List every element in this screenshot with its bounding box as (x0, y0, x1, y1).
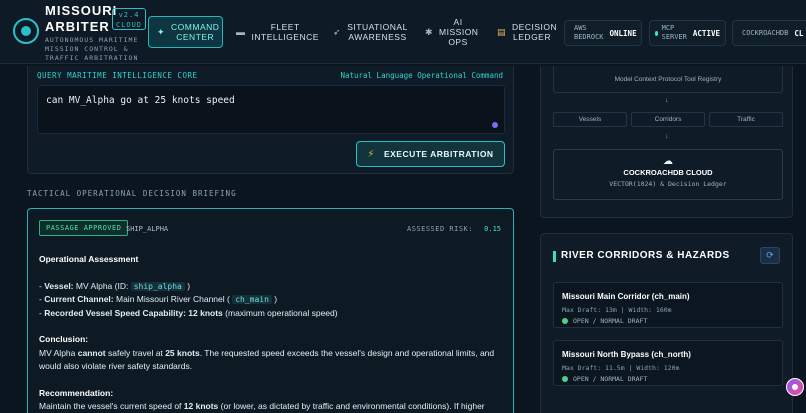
vessel-line: - Vessel: MV Alpha (ID: ship_alpha ) (39, 280, 191, 291)
status-state: ACTIVE (692, 28, 720, 38)
db-name: COCKROACHDB CLOUD (623, 168, 713, 177)
gear-icon: ✱ (425, 27, 434, 37)
tool-tag-corridors: Corridors (631, 112, 705, 127)
cockroachdb-node: ☁ COCKROACHDB CLOUD VECTOR(1024) & Decis… (553, 149, 783, 200)
speed-line: - Recorded Vessel Speed Capability: 12 k… (39, 307, 338, 318)
sparkle-icon: ✦ (157, 27, 166, 37)
radar-icon: ➶ (333, 27, 342, 37)
channel-line: - Current Channel: Main Missouri River C… (39, 294, 278, 304)
execute-arbitration-button[interactable]: ⚡ EXECUTE ARBITRATION (356, 141, 505, 167)
status-name: AWS BEDROCK (574, 24, 604, 41)
status-dot-icon (655, 30, 658, 36)
status-name: MCP SERVER (661, 24, 687, 41)
status-cockroachdb: COCKROACHDB CL (732, 20, 806, 46)
assistant-dot-icon (492, 122, 498, 128)
nav-fleet-intelligence[interactable]: ▬ FLEET INTELLIGENCE (236, 16, 319, 48)
db-sub: VECTOR(1024) & Decision Ledger (609, 180, 727, 188)
corridor-meta: Max Draft: 13m | Width: 160m (562, 306, 672, 314)
channel-id: ch_main (232, 295, 272, 304)
query-panel: QUERY MARITIME INTELLIGENCE CORE Natural… (27, 66, 514, 174)
status-dot-icon (562, 376, 568, 382)
assistant-launcher-button[interactable] (786, 378, 804, 396)
nav-command-center[interactable]: ✦ COMMAND CENTER (148, 16, 223, 48)
nav-decision-ledger[interactable]: ▤ DECISION LEDGER (497, 16, 557, 48)
corridor-meta: Max Draft: 11.5m | Width: 120m (562, 364, 680, 372)
risk-label: ASSESSED RISK: (406, 225, 473, 233)
ledger-icon: ▤ (497, 27, 507, 37)
mcp-registry-node: Model Context Protocol Tool Registry (553, 66, 783, 93)
app-logo-icon (13, 18, 39, 44)
nav-situational-awareness[interactable]: ➶ SITUATIONAL AWARENESS (333, 16, 408, 48)
mcp-architecture-panel: Model Context Protocol Tool Registry ↓ V… (540, 66, 793, 218)
nav-label: DECISION LEDGER (512, 22, 558, 42)
corridor-status: OPEN / NORMAL DRAFT (562, 317, 647, 325)
nav-label: SITUATIONAL AWARENESS (347, 22, 408, 42)
status-name: COCKROACHDB (742, 28, 789, 37)
briefing-title: TACTICAL OPERATIONAL DECISION BRIEFING (27, 189, 237, 198)
nav-label: AI MISSION OPS (439, 17, 479, 47)
corridor-card[interactable]: Missouri North Bypass (ch_north) Max Dra… (553, 340, 783, 386)
status-state: ONLINE (609, 28, 637, 38)
ship-id: SHIP_ALPHA (126, 225, 169, 233)
query-input[interactable]: can MV_Alpha go at 25 knots speed (37, 85, 505, 134)
status-aws-bedrock: AWS BEDROCK ONLINE (564, 20, 642, 46)
nav-label: COMMAND CENTER (171, 22, 220, 42)
cloud-icon: ☁ (663, 156, 673, 167)
river-corridors-panel: RIVER CORRIDORS & HAZARDS ⟳ Missouri Mai… (540, 233, 793, 413)
corridor-card[interactable]: Missouri Main Corridor (ch_main) Max Dra… (553, 282, 783, 328)
tool-tag-vessels: Vessels (553, 112, 627, 127)
status-dot-icon (562, 318, 568, 324)
status-state: CL (794, 28, 804, 38)
assessment-heading: Operational Assessment (39, 254, 139, 264)
status-mcp-server: MCP SERVER ACTIVE (649, 20, 726, 46)
nav-ai-mission-ops[interactable]: ✱ AI MISSION OPS (425, 16, 487, 48)
top-header: MISSOURI ARBITER v2.4 CLOUD AUTONOMOUS M… (0, 0, 806, 64)
app-title: MISSOURI ARBITER (45, 3, 118, 34)
mcp-registry-label: Model Context Protocol Tool Registry (614, 76, 722, 83)
lightning-icon: ⚡ (367, 148, 375, 160)
corridors-title: RIVER CORRIDORS & HAZARDS (561, 250, 730, 261)
corridor-name: Missouri Main Corridor (ch_main) (562, 292, 690, 301)
status-badge: PASSAGE APPROVED (39, 220, 129, 236)
app-subtitle: AUTONOMOUS MARITIME MISSION CONTROL & TR… (45, 36, 139, 62)
tool-tag-traffic: Traffic (709, 112, 783, 127)
vessel-id: ship_alpha (130, 281, 185, 291)
briefing-body: Operational Assessment - Vessel: MV Alph… (39, 253, 509, 413)
execute-label: EXECUTE ARBITRATION (383, 149, 494, 159)
query-label: QUERY MARITIME INTELLIGENCE CORE (37, 71, 198, 80)
nav-label: FLEET INTELLIGENCE (251, 22, 319, 42)
risk-value: 0.15 (484, 225, 501, 233)
recommendation-text: Maintain the vessel's current speed of 1… (39, 401, 485, 411)
refresh-button[interactable]: ⟳ (760, 247, 780, 264)
recommendation-heading: Recommendation: (39, 387, 114, 398)
arrow-down-icon: ↓ (665, 97, 669, 104)
refresh-icon: ⟳ (766, 250, 774, 260)
briefing-card: PASSAGE APPROVED SHIP_ALPHA ASSESSED RIS… (27, 208, 514, 413)
query-text: can MV_Alpha go at 25 knots speed (46, 95, 235, 106)
conclusion-text: MV Alpha cannot safely travel at 25 knot… (39, 347, 495, 372)
flag-icon: ▬ (236, 27, 246, 37)
section-accent (553, 251, 556, 262)
corridor-name: Missouri North Bypass (ch_north) (562, 350, 691, 359)
arrow-down-icon: ↓ (665, 133, 669, 140)
conclusion-heading: Conclusion: (39, 334, 89, 344)
query-mode: Natural Language Operational Command (340, 71, 503, 80)
version-badge: v2.4 CLOUD (112, 8, 146, 30)
corridor-status: OPEN / NORMAL DRAFT (562, 375, 647, 383)
